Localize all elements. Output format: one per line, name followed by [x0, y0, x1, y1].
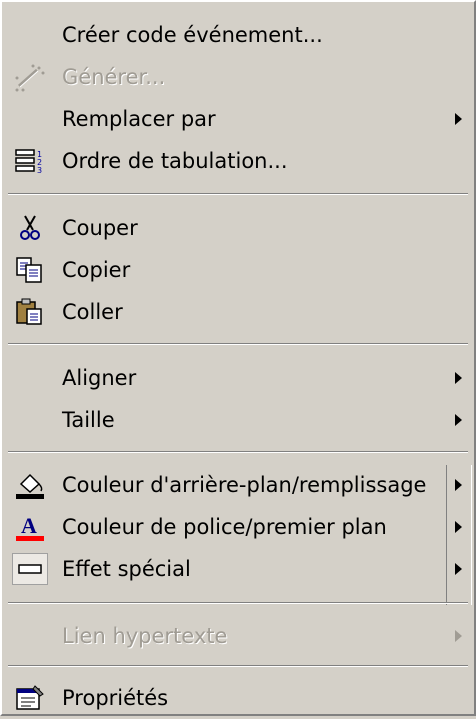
menu-separator: [8, 665, 468, 667]
submenu-arrow-icon: [455, 372, 462, 384]
menu-item-label: Copier: [62, 258, 131, 282]
menu-item-label: Taille: [62, 408, 115, 432]
menu-item-label: Aligner: [62, 366, 137, 390]
menu-item-label: Créer code événement...: [62, 23, 323, 47]
menu-item-remplacer-par[interactable]: Remplacer par: [2, 98, 474, 140]
menu-item-couper[interactable]: Couper: [2, 207, 474, 249]
context-menu: Créer code événement... Générer... Rempl…: [0, 0, 476, 716]
menu-separator: [8, 451, 468, 453]
svg-text:A: A: [21, 513, 37, 538]
font-color-icon: A: [12, 511, 48, 543]
menu-separator: [8, 193, 468, 195]
menu-item-label: Effet spécial: [62, 557, 191, 581]
submenu-arrow-icon: [455, 414, 462, 426]
menu-item-aligner[interactable]: Aligner: [2, 357, 474, 399]
wizard-icon: [12, 61, 48, 93]
menu-item-lien-hypertexte: Lien hypertexte: [2, 615, 474, 657]
properties-icon: [12, 682, 48, 714]
menu-item-proprietes[interactable]: Propriétés: [2, 677, 474, 719]
tab-order-icon: 1 2 3: [12, 145, 48, 177]
menu-item-couleur-arriere-plan[interactable]: Couleur d'arrière-plan/remplissage: [2, 464, 474, 506]
svg-text:3: 3: [37, 166, 42, 175]
fill-color-icon: [12, 469, 48, 501]
menu-item-label: Lien hypertexte: [62, 624, 228, 648]
menu-item-label: Ordre de tabulation...: [62, 149, 288, 173]
menu-item-ordre-de-tabulation[interactable]: 1 2 3 Ordre de tabulation...: [2, 140, 474, 182]
menu-item-coller[interactable]: Coller: [2, 291, 474, 333]
menu-item-label: Générer...: [62, 65, 166, 89]
menu-item-copier[interactable]: Copier: [2, 249, 474, 291]
paste-icon: [12, 296, 48, 328]
menu-separator: [8, 343, 468, 345]
menu-item-creer-code-evenement[interactable]: Créer code événement...: [2, 14, 474, 56]
submenu-arrow-icon: [455, 630, 462, 642]
menu-item-effet-special[interactable]: Effet spécial: [2, 548, 474, 590]
menu-item-generer: Générer...: [2, 56, 474, 98]
menu-item-couleur-police[interactable]: A Couleur de police/premier plan: [2, 506, 474, 548]
menu-separator: [8, 602, 468, 604]
submenu-arrow-column: [446, 465, 472, 605]
menu-item-taille[interactable]: Taille: [2, 399, 474, 441]
menu-item-label: Couleur d'arrière-plan/remplissage: [62, 473, 427, 497]
submenu-arrow-icon: [455, 113, 462, 125]
special-effect-icon: [12, 553, 48, 585]
copy-icon: [12, 254, 48, 286]
menu-item-label: Couleur de police/premier plan: [62, 515, 387, 539]
menu-item-label: Couper: [62, 216, 138, 240]
menu-item-label: Coller: [62, 300, 123, 324]
menu-item-label: Remplacer par: [62, 107, 216, 131]
scissors-icon: [12, 212, 48, 244]
menu-item-label: Propriétés: [62, 686, 169, 710]
